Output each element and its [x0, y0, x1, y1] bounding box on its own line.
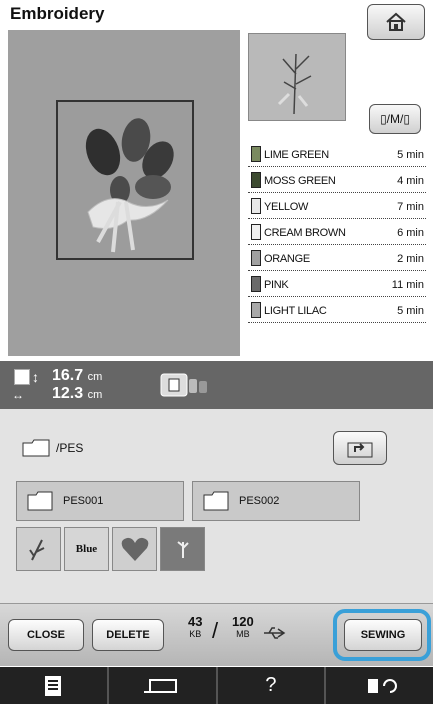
folder-icon: [27, 491, 53, 511]
thread-color-row: ORANGE 2 min: [248, 245, 426, 271]
thread-color-name: CREAM BROWN: [264, 227, 346, 239]
settings-icon: [367, 678, 397, 693]
memory-divider: /: [212, 618, 219, 643]
delete-button[interactable]: DELETE: [92, 619, 164, 651]
thread-swatch-icon: [251, 250, 261, 266]
folder-up-button[interactable]: [333, 431, 387, 465]
home-button[interactable]: [367, 4, 425, 40]
folder-label: PES002: [239, 495, 280, 507]
nav-help-button[interactable]: ?: [218, 667, 327, 704]
bottom-nav: ?: [0, 667, 433, 704]
thread-swatch-icon: [251, 224, 261, 240]
thread-color-row: PINK 11 min: [248, 271, 426, 297]
close-button[interactable]: CLOSE: [8, 619, 84, 651]
page-icon: [45, 675, 62, 696]
thread-swatch-icon: [251, 276, 261, 292]
path-display: /PES: [22, 439, 83, 457]
file-thumbnail-3[interactable]: [112, 527, 157, 571]
action-bar: CLOSE DELETE 43 KB / 120 MB SEWING: [0, 603, 433, 666]
frame-display-icon: ▯/M/▯: [380, 112, 410, 126]
embroidery-design-image: [85, 118, 174, 253]
machine-icon: [144, 678, 178, 693]
help-icon: ?: [265, 674, 277, 696]
file-browser: /PES PES001 PES002 Blue: [0, 409, 433, 625]
heart-icon: [121, 537, 148, 561]
thread-color-time: 4 min: [397, 175, 424, 187]
folder-item-pes002[interactable]: PES002: [192, 481, 360, 521]
thread-swatch-icon: [251, 172, 261, 188]
thread-color-list: LIME GREEN 5 min MOSS GREEN 4 min YELLOW 7 mi…: [248, 141, 426, 323]
thread-color-row: LIME GREEN 5 min: [248, 141, 426, 167]
thread-color-name: ORANGE: [264, 253, 310, 265]
thread-color-time: 5 min: [397, 149, 424, 161]
home-icon: [386, 12, 406, 31]
thread-color-time: 2 min: [397, 253, 424, 265]
nav-settings-button[interactable]: [326, 667, 433, 704]
thread-color-name: YELLOW: [264, 201, 309, 213]
folder-icon: [203, 491, 229, 511]
file-thumbnail-4[interactable]: [160, 527, 205, 571]
thread-color-row: LIGHT LILAC 5 min: [248, 297, 426, 323]
nav-page-button[interactable]: [0, 667, 109, 704]
thread-color-time: 6 min: [397, 227, 424, 239]
folder-item-pes001[interactable]: PES001: [16, 481, 184, 521]
thread-color-time: 7 min: [397, 201, 424, 213]
thread-swatch-icon: [251, 198, 261, 214]
sewing-button[interactable]: SEWING: [344, 619, 422, 651]
design-thumb-icon: [176, 541, 189, 558]
width-arrow-icon: ↔: [12, 388, 24, 402]
folder-icon: [22, 439, 50, 457]
memory-card-icon[interactable]: [160, 373, 208, 397]
folder-up-icon: [347, 442, 373, 458]
usb-icon: [264, 627, 286, 639]
design-height: 16.7 cm: [52, 367, 103, 384]
design-thumbnail: [248, 33, 346, 121]
thread-swatch-icon: [251, 302, 261, 318]
thread-color-row: YELLOW 7 min: [248, 193, 426, 219]
thread-color-name: LIME GREEN: [264, 149, 329, 161]
design-thumb-icon: [28, 539, 44, 561]
thread-color-row: MOSS GREEN 4 min: [248, 167, 426, 193]
size-icon: [14, 369, 30, 385]
free-memory: 43 KB: [188, 614, 203, 639]
thread-color-name: LIGHT LILAC: [264, 305, 327, 317]
embroidery-preview: [8, 30, 240, 356]
current-path: /PES: [56, 441, 84, 455]
size-info-bar: ↕ ↔ 16.7 cm 12.3 cm: [0, 361, 433, 409]
thread-color-name: MOSS GREEN: [264, 175, 336, 187]
thread-color-time: 5 min: [397, 305, 424, 317]
nav-machine-button[interactable]: [109, 667, 218, 704]
height-arrow-icon: ↕: [32, 369, 39, 385]
folder-label: PES001: [63, 495, 104, 507]
thread-color-name: PINK: [264, 279, 289, 291]
frame-display-button[interactable]: ▯/M/▯: [369, 104, 421, 134]
design-width: 12.3 cm: [52, 385, 103, 402]
total-memory: 120 MB: [232, 614, 254, 639]
file-thumbnail-1[interactable]: [16, 527, 61, 571]
thread-color-time: 11 min: [391, 279, 424, 291]
thread-swatch-icon: [251, 146, 261, 162]
thread-color-row: CREAM BROWN 6 min: [248, 219, 426, 245]
embroidery-area: [56, 100, 194, 260]
file-thumbnail-2[interactable]: Blue: [64, 527, 109, 571]
page-title: Embroidery: [10, 4, 105, 23]
